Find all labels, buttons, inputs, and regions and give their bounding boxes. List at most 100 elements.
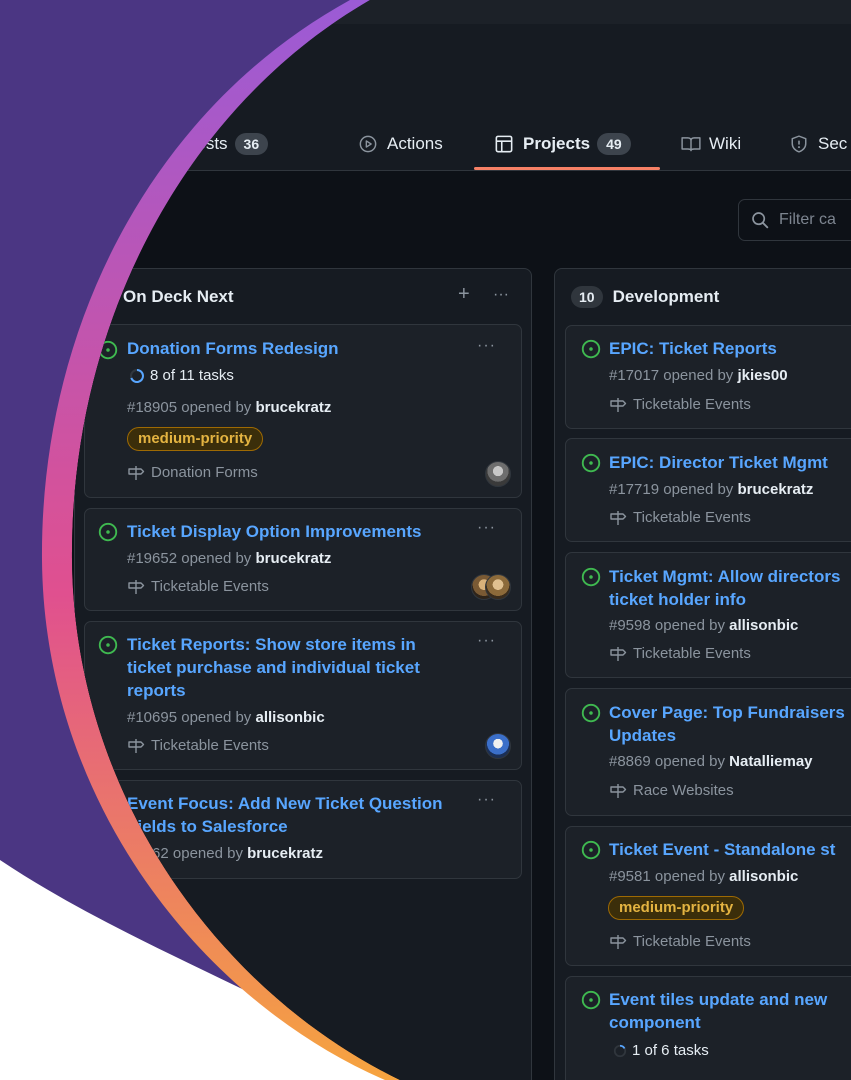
issue-author: brucekratz [255,550,332,567]
milestone-name: Race Websites [633,782,734,799]
column-title: On Deck Next [123,287,234,306]
issue-opened-icon [98,635,118,655]
card-menu-button[interactable]: ··· [477,791,496,809]
assignee-avatar[interactable] [485,461,511,487]
assignee-avatar[interactable] [485,733,511,759]
filter-cards-input[interactable]: Filter ca [738,199,851,241]
milestone-icon [609,934,627,950]
column-header: On Deck Next + ··· [75,269,531,325]
milestone-icon [609,397,627,413]
column-header: 10 Development [555,269,851,325]
issue-meta: #19652 opened by brucekratz [127,550,332,567]
issue-card[interactable]: EPIC: Ticket Reports #17017 opened by jk… [565,325,851,429]
milestone-icon [127,465,145,481]
milestone-name: Ticketable Events [633,509,751,526]
milestone-name: Ticketable Events [633,645,751,662]
issue-opened-icon [98,522,118,542]
tab-projects-count: 49 [597,133,631,155]
issue-opened-icon [581,840,601,860]
play-circle-icon [359,135,377,153]
issue-card[interactable]: EPIC: Director Ticket Mgmt #17719 opened… [565,438,851,542]
shield-icon [790,135,808,153]
card-menu-button[interactable]: ··· [477,632,496,650]
task-progress-text: 8 of 11 tasks [150,367,234,384]
label-medium-priority[interactable]: medium-priority [127,427,263,451]
milestone[interactable]: Ticketable Events [609,509,751,526]
issue-meta: #9598 opened by allisonbic [609,617,799,634]
issue-card[interactable]: Cover Page: Top Fundraisers Updates #886… [565,688,851,816]
issue-meta: #10695 opened by allisonbic [127,709,325,726]
issue-author: brucekratz [255,399,332,416]
column-menu-button[interactable]: ··· [493,286,509,304]
issue-meta: #8869 opened by Natalliemay [609,753,813,770]
issue-title[interactable]: EPIC: Ticket Reports [609,337,851,360]
card-menu-button[interactable]: ··· [477,337,496,355]
progress-ring-icon [613,1044,627,1058]
selected-tab-indicator [474,167,660,170]
tab-pull-requests-count: 36 [235,133,269,155]
issue-author: Natalliemay [729,753,813,770]
table-icon [495,135,513,153]
tab-wiki[interactable]: Wiki [681,118,741,170]
filter-placeholder: Filter ca [779,211,836,228]
milestone[interactable]: Ticketable Events [609,933,751,950]
issue-meta: #17017 opened by jkies00 [609,367,788,384]
issue-card[interactable]: Ticket Event - Standalone st #9581 opene… [565,826,851,966]
tab-projects[interactable]: Projects 49 [495,118,631,170]
assignee-avatar[interactable] [485,574,511,600]
task-progress: 1 of 6 tasks [613,1042,709,1059]
issue-title[interactable]: Event tiles update and new component [609,988,851,1034]
issue-opened-icon [581,990,601,1010]
tab-projects-label: Projects [523,134,591,153]
milestone-icon [609,783,627,799]
issue-title[interactable]: Event Focus: Add New Ticket Question Fie… [127,792,472,838]
card-menu-button[interactable]: ··· [477,519,496,537]
issue-card[interactable]: Ticket Mgmt: Allow directors ticket hold… [565,552,851,678]
tab-actions-label: Actions [387,134,443,153]
milestone[interactable]: Donation Forms [127,464,258,481]
milestone-name: Ticketable Events [151,737,269,754]
issue-title[interactable]: Ticket Reports: Show store items in tick… [127,633,467,702]
issue-opened-icon [581,339,601,359]
milestone[interactable]: Race Websites [609,782,734,799]
milestone[interactable]: Ticketable Events [127,737,269,754]
task-progress-text: 1 of 6 tasks [632,1042,709,1059]
issue-meta: #18905 opened by brucekratz [127,399,332,416]
issue-title[interactable]: Ticket Display Option Improvements [127,520,467,543]
milestone-name: Donation Forms [151,464,258,481]
issue-card[interactable]: Ticket Reports: Show store items in tick… [84,621,522,770]
issue-opened-icon [581,567,601,587]
issue-title[interactable]: Ticket Mgmt: Allow directors ticket hold… [609,565,851,611]
issue-title[interactable]: EPIC: Director Ticket Mgmt [609,451,851,474]
issue-author: brucekratz [737,481,814,498]
task-progress: 8 of 11 tasks [129,367,234,384]
issue-title[interactable]: Ticket Event - Standalone st [609,838,851,861]
book-icon [681,135,699,153]
issue-author: brucekratz [247,845,324,862]
tab-security[interactable]: Sec [790,118,847,170]
issue-card[interactable]: Ticket Display Option Improvements ··· #… [84,508,522,611]
issue-card[interactable]: Donation Forms Redesign ··· 8 of 11 task… [84,324,522,498]
issue-card[interactable]: Event tiles update and new component 1 o… [565,976,851,1080]
milestone-name: Ticketable Events [633,933,751,950]
tab-wiki-label: Wiki [709,134,742,153]
column-title: Development [612,287,720,306]
search-icon [751,211,769,229]
add-item-button[interactable]: + [458,283,470,306]
column-count: 10 [571,286,603,308]
progress-ring-icon [129,368,145,384]
issue-meta: #9581 opened by allisonbic [609,868,799,885]
milestone[interactable]: Ticketable Events [127,578,269,595]
issue-author: allisonbic [729,868,799,885]
milestone[interactable]: Ticketable Events [609,396,751,413]
milestone[interactable]: Ticketable Events [609,645,751,662]
issue-title[interactable]: Cover Page: Top Fundraisers Updates [609,701,851,747]
issue-opened-icon [581,453,601,473]
milestone-icon [127,738,145,754]
issue-author: allisonbic [255,709,325,726]
issue-author: jkies00 [737,367,788,384]
tab-actions[interactable]: Actions [359,118,443,170]
milestone-icon [609,646,627,662]
label-medium-priority[interactable]: medium-priority [608,896,744,920]
issue-title[interactable]: Donation Forms Redesign [127,337,467,360]
